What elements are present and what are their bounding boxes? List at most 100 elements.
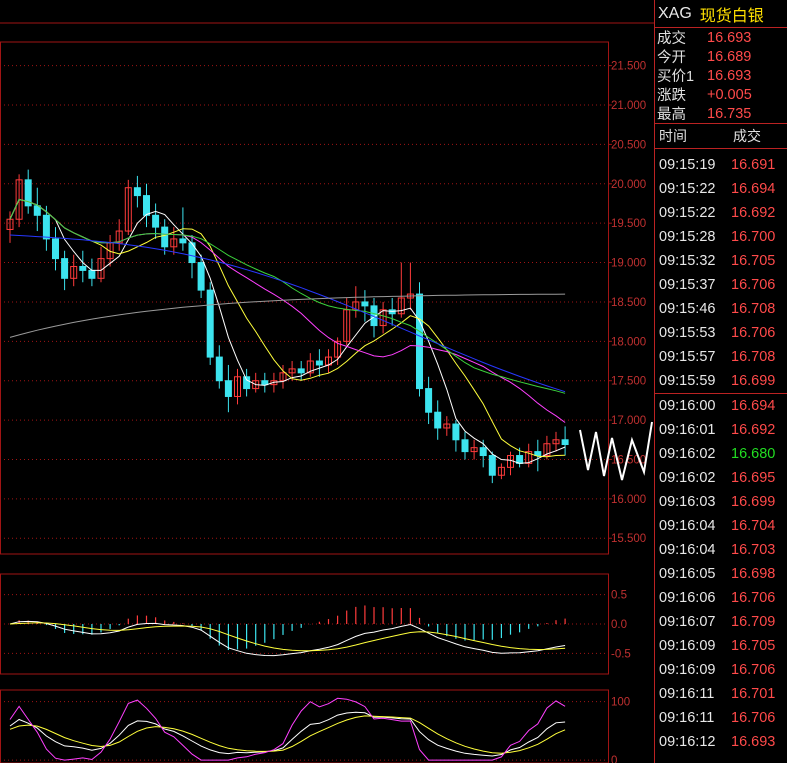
kline-chart[interactable]: 21.500 21.000 20.500 20.000 19.500 19.000 18.5… [0,0,654,763]
quote-row: 涨跌 +0.005 [655,85,787,105]
tick-price: 16.692 [731,422,776,438]
tick-price: 16.693 [731,734,776,750]
tick-row: 09:16:07 16.709 [655,610,787,634]
macd-tick-label: 0.0 [611,619,627,631]
tick-time: 09:16:11 [659,686,715,702]
chart-area[interactable]: 21.500 21.000 20.500 20.000 19.500 19.000 18.5… [0,0,654,763]
tick-price: 16.705 [731,638,776,654]
y-tick-label: 20.500 [611,139,646,151]
candle-body [461,439,469,453]
candle-body [243,376,251,390]
candle-body [133,187,141,197]
tick-row: 09:16:03 16.699 [655,490,787,514]
macd-dif-line [9,620,566,657]
quote-value: 16.693 [707,67,752,84]
tick-row: 09:16:04 16.703 [655,538,787,562]
tick-time: 09:16:07 [659,614,716,630]
tick-price: 16.695 [731,470,776,486]
quote-row: 今开 16.689 [655,47,787,67]
tick-row: 09:16:06 16.706 [655,586,787,610]
tick-price: 16.708 [731,349,776,365]
tick-row: 09:15:53 16.706 [655,321,787,345]
ticks-time-header: 时间 [659,128,687,144]
y-tick-label: 19.500 [611,218,646,230]
tick-row: 09:16:11 16.701 [655,682,787,706]
macd-dea-line [9,622,566,652]
tick-row: 09:16:00 16.694 [655,393,787,418]
tick-price: 16.705 [731,253,776,269]
quote-value: 16.689 [707,48,752,65]
ma30-line [9,198,566,394]
ma120-line [9,293,566,338]
quote-value: 16.693 [707,29,752,46]
main-frame [0,41,609,555]
candle-body [416,293,423,390]
quote-list: 成交 16.693 今开 16.689 买价1 16.693 涨跌 +0.005 最高 16.73… [655,28,787,124]
macd-tick-label: -0.5 [611,648,631,660]
tick-price: 16.680 [731,446,776,462]
candle-body [434,411,442,429]
tick-time: 09:16:09 [659,638,716,654]
tick-price: 16.706 [731,590,776,606]
cursor-marker [579,421,653,481]
tick-row: 09:15:37 16.706 [655,273,787,297]
tick-row: 09:16:09 16.705 [655,634,787,658]
kdj-tick-label: 100 [611,697,630,709]
ma60-line [9,234,566,393]
tick-list[interactable]: 09:15:19 16.691 09:15:22 16.694 09:15:22 16.6… [655,149,787,754]
y-tick-label: 19.000 [611,258,646,270]
tick-price: 16.698 [731,566,776,582]
tick-price: 16.694 [731,181,776,197]
tick-time: 09:16:03 [659,494,716,510]
ticks-price-header: 成交 [733,128,761,144]
quote-label: 涨跌 [657,88,686,104]
tick-time: 09:15:53 [659,325,716,341]
tick-time: 09:15:19 [659,157,716,173]
macd-tick-label: 0.5 [611,590,627,602]
tick-row: 09:16:01 16.692 [655,418,787,442]
y-tick-label: 20.000 [611,179,646,191]
tick-time: 09:16:02 [659,470,716,486]
tick-row: 09:15:57 16.708 [655,345,787,369]
tick-time: 09:16:05 [659,566,716,582]
kdj-tick-label: 0 [611,755,617,763]
tick-row: 09:15:22 16.694 [655,177,787,201]
candle-body [42,214,50,240]
y-tick-label: 21.000 [611,100,646,112]
tick-time: 09:15:22 [659,181,716,197]
candle-body [488,455,496,476]
tick-row: 09:15:46 16.708 [655,297,787,321]
ma5-line [9,198,566,464]
tick-price: 16.691 [731,157,776,173]
y-tick-label: 16.000 [611,494,646,506]
tick-price: 16.701 [731,686,776,702]
candle-body [297,368,305,374]
candle-body [52,238,59,260]
tick-price: 16.706 [731,277,776,293]
ticks-column-header: 时间 成交 [655,123,787,149]
candle-body [261,380,269,386]
kdj-frame [0,689,609,763]
candle-body [197,262,205,291]
tick-price: 16.704 [731,518,776,534]
tick-time: 09:15:57 [659,349,716,365]
candle-body [224,380,232,397]
y-tick-label: 18.000 [611,336,646,348]
tick-price: 16.700 [731,229,776,245]
y-tick-label: 17.500 [611,376,646,388]
tick-time: 09:16:00 [659,398,716,414]
candle-body [61,258,69,279]
tick-time: 09:16:09 [659,662,716,678]
quote-row: 买价1 16.693 [655,66,787,86]
tick-price: 16.694 [731,398,776,414]
tick-row: 09:15:28 16.700 [655,225,787,249]
quote-value: +0.005 [707,86,752,103]
tick-time: 09:16:02 [659,446,716,462]
quote-label: 最高 [657,107,686,123]
y-tick-label: 17.000 [611,415,646,427]
tick-price: 16.703 [731,542,776,558]
tick-row: 09:16:05 16.698 [655,562,787,586]
tick-row: 09:15:32 16.705 [655,249,787,273]
ma20-line [9,198,566,423]
tick-price: 16.706 [731,325,776,341]
